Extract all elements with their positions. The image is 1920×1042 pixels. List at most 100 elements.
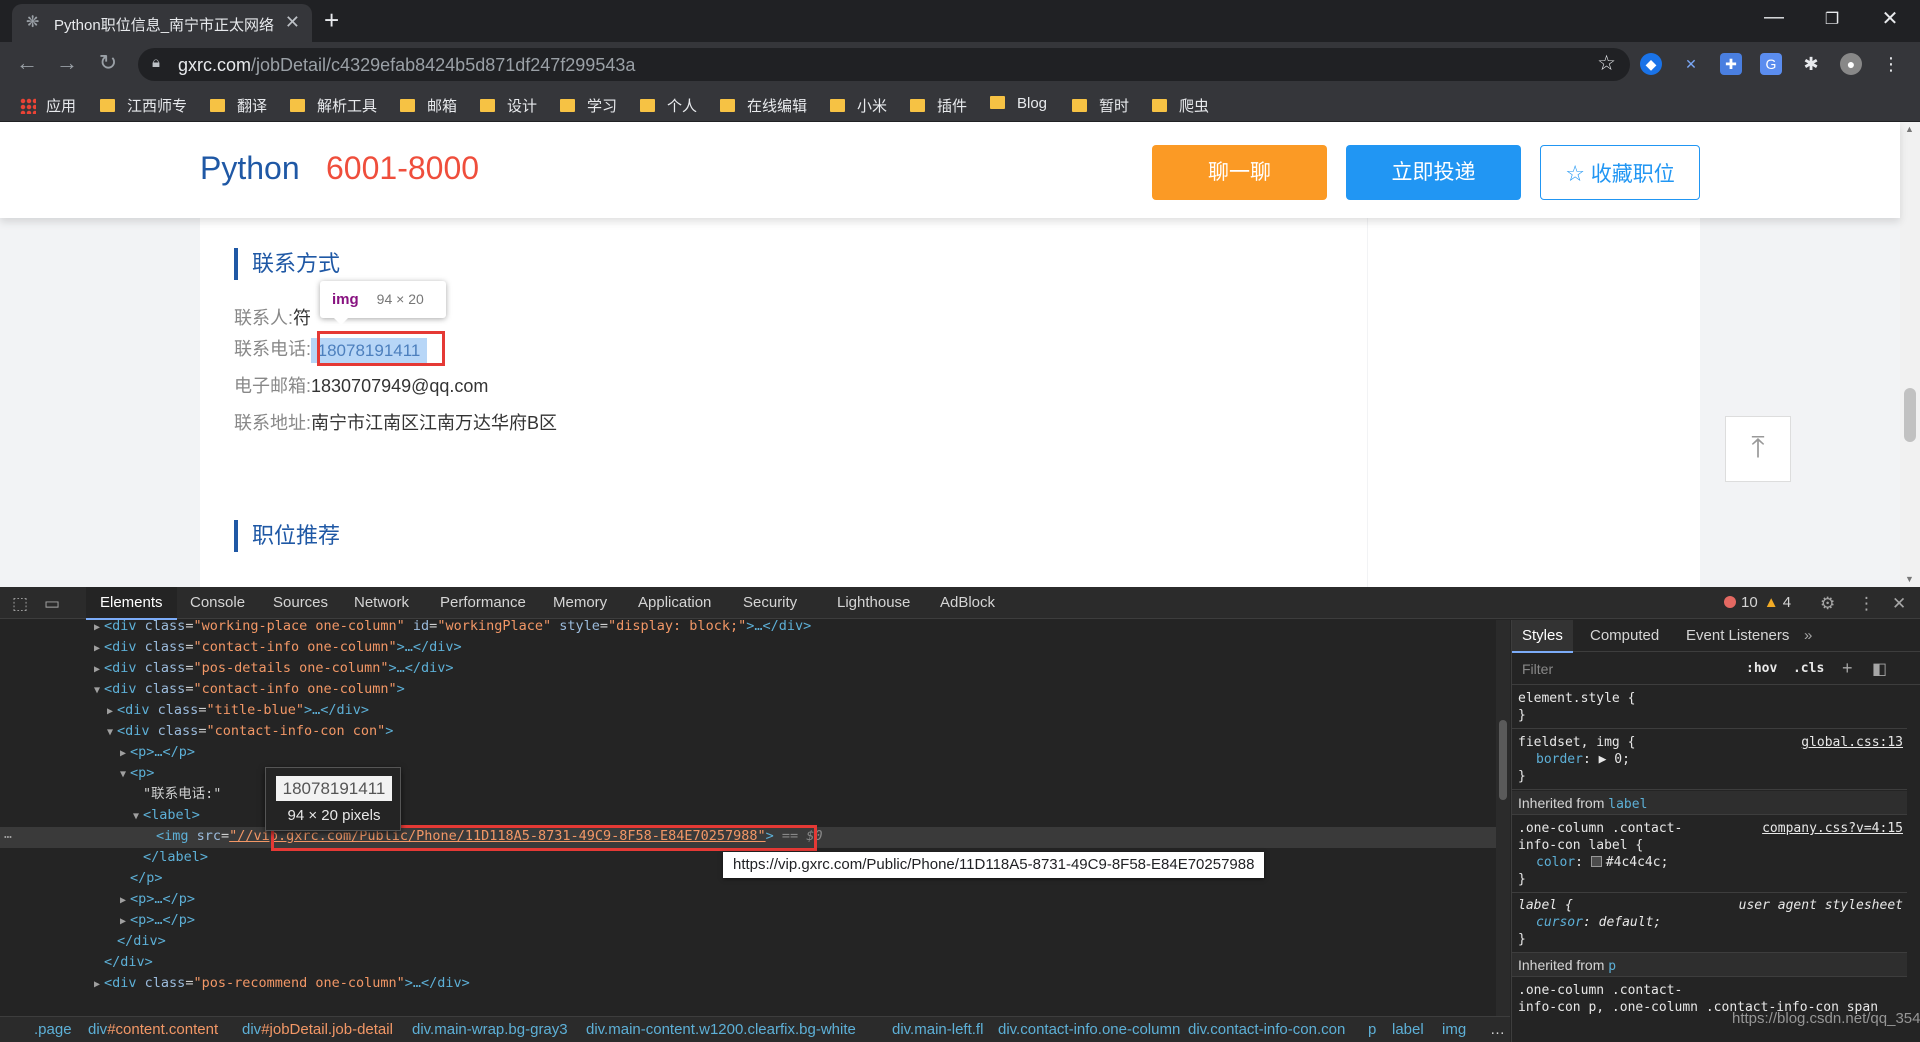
collapsed-arrow-icon[interactable]: ▶ <box>120 748 126 759</box>
breadcrumb-item[interactable]: div.contact-info.one-column <box>998 1017 1180 1042</box>
favorite-job-button[interactable]: ☆ 收藏职位 <box>1540 145 1700 200</box>
elements-scrollbar[interactable] <box>1496 620 1510 1016</box>
dom-line[interactable]: ▶ <div class="working-place one-column" i… <box>94 620 811 637</box>
expanded-arrow-icon[interactable]: ▼ <box>94 685 100 696</box>
forward-icon[interactable]: → <box>52 50 82 76</box>
toggle-sidebar-icon[interactable]: ◧ <box>1872 659 1887 679</box>
breadcrumb-item[interactable]: div#content.content <box>88 1017 218 1042</box>
dom-line[interactable]: ▶ <div class="pos-recommend one-column">…… <box>94 973 470 994</box>
tab-close-icon[interactable]: ✕ <box>285 12 300 33</box>
style-rule-label-ua[interactable]: label { user agent stylesheet cursor: de… <box>1512 893 1907 953</box>
tab-elements[interactable]: Elements <box>86 587 177 620</box>
dom-line[interactable]: </div> <box>117 931 166 952</box>
bookmark-folder[interactable]: 爬虫 <box>1152 95 1209 115</box>
bookmark-folder[interactable]: 个人 <box>640 95 697 115</box>
tab-performance[interactable]: Performance <box>440 587 526 619</box>
bookmark-folder[interactable]: 插件 <box>910 95 967 115</box>
collapsed-arrow-icon[interactable]: ▶ <box>94 664 100 675</box>
styles-filter-input[interactable]: Filter <box>1522 661 1553 677</box>
tab-network[interactable]: Network <box>354 587 409 619</box>
extension-x-icon[interactable]: ✕ <box>1680 53 1702 75</box>
tab-security[interactable]: Security <box>743 587 797 619</box>
dom-line[interactable]: ▶ <p>…</p> <box>120 742 195 763</box>
back-to-top-button[interactable]: ⤒ <box>1725 416 1791 482</box>
bookmark-star-icon[interactable]: ☆ <box>1597 51 1616 76</box>
devtools-menu-icon[interactable]: ⋮ <box>1858 594 1875 614</box>
bookmark-folder[interactable]: 小米 <box>830 95 887 115</box>
expanded-arrow-icon[interactable]: ▼ <box>133 811 139 822</box>
style-rule-label-color[interactable]: .one-column .contact- info-con label { c… <box>1512 816 1907 893</box>
color-swatch[interactable] <box>1590 856 1602 867</box>
back-icon[interactable]: ← <box>12 50 42 76</box>
device-toolbar-icon[interactable]: ▭ <box>44 594 60 614</box>
tab-console[interactable]: Console <box>190 587 245 619</box>
extension-bookmark-icon[interactable]: ✚ <box>1720 53 1742 75</box>
collapsed-arrow-icon[interactable]: ▶ <box>107 706 113 717</box>
new-tab-button[interactable]: + <box>324 6 339 34</box>
bookmark-folder[interactable]: 解析工具 <box>290 95 377 115</box>
dom-line[interactable]: ▼ <label> <box>133 805 200 826</box>
breadcrumb-item[interactable]: div.main-wrap.bg-gray3 <box>412 1017 568 1042</box>
maximize-button[interactable]: ❐ <box>1812 9 1852 29</box>
more-tabs-icon[interactable]: » <box>1804 620 1812 652</box>
dom-line[interactable]: "联系电话:" <box>143 784 221 805</box>
tab-sources[interactable]: Sources <box>273 587 328 619</box>
bookmark-folder[interactable]: 江西师专 <box>100 95 187 115</box>
dom-line[interactable]: </label> <box>143 847 208 868</box>
close-window-button[interactable]: ✕ <box>1870 6 1910 31</box>
settings-gear-icon[interactable]: ⚙ <box>1820 594 1835 614</box>
extension-shield-icon[interactable]: ◆ <box>1640 53 1662 75</box>
collapsed-arrow-icon[interactable]: ▶ <box>94 622 100 633</box>
breadcrumb-item[interactable]: img <box>1442 1017 1466 1042</box>
expanded-arrow-icon[interactable]: ▼ <box>120 769 126 780</box>
inspect-element-icon[interactable]: ⬚ <box>12 594 28 614</box>
dom-line[interactable]: ▶ <p>…</p> <box>120 889 195 910</box>
elements-scrollbar-thumb[interactable] <box>1499 720 1507 800</box>
more-dots-icon[interactable]: … <box>4 827 12 842</box>
bookmark-folder[interactable]: 学习 <box>560 95 617 115</box>
issue-counts[interactable]: 10 ▲ 4 <box>1724 587 1791 619</box>
collapsed-arrow-icon[interactable]: ▶ <box>120 895 126 906</box>
breadcrumb-more-icon[interactable]: … <box>1490 1017 1505 1042</box>
new-style-rule-icon[interactable]: + <box>1842 658 1853 679</box>
dom-line[interactable]: ▼ <div class="contact-info one-column"> <box>94 679 405 700</box>
bookmark-folder[interactable]: 邮箱 <box>400 95 457 115</box>
scroll-up-icon[interactable]: ▲ <box>1905 124 1914 134</box>
chat-button[interactable]: 聊一聊 <box>1152 145 1327 200</box>
breadcrumb-item[interactable]: .page <box>34 1017 72 1042</box>
tab-computed[interactable]: Computed <box>1590 620 1659 652</box>
close-devtools-icon[interactable]: ✕ <box>1892 594 1906 614</box>
scroll-down-icon[interactable]: ▼ <box>1905 574 1914 584</box>
cls-toggle[interactable]: .cls <box>1793 661 1824 676</box>
extensions-puzzle-icon[interactable]: ✱ <box>1800 53 1822 75</box>
profile-avatar[interactable]: ● <box>1840 53 1862 75</box>
breadcrumb-item[interactable]: p <box>1368 1017 1376 1042</box>
bookmark-folder[interactable]: 设计 <box>480 95 537 115</box>
collapsed-arrow-icon[interactable]: ▶ <box>120 916 126 927</box>
breadcrumb-item[interactable]: div.main-content.w1200.clearfix.bg-white <box>586 1017 856 1042</box>
extension-translate-icon[interactable]: G <box>1760 53 1782 75</box>
breadcrumb-item[interactable]: div.contact-info-con.con <box>1188 1017 1345 1042</box>
bookmark-folder[interactable]: 翻译 <box>210 95 267 115</box>
style-rule-element[interactable]: element.style { } <box>1512 686 1907 729</box>
dom-line[interactable]: </p> <box>130 868 163 889</box>
apply-button[interactable]: 立即投递 <box>1346 145 1521 200</box>
breadcrumb-item[interactable]: div.main-left.fl <box>892 1017 983 1042</box>
dom-line[interactable]: ▼ <p> <box>120 763 154 784</box>
dom-line[interactable]: ▶ <div class="title-blue">…</div> <box>107 700 369 721</box>
tab-styles[interactable]: Styles <box>1512 620 1573 653</box>
page-scrollbar-thumb[interactable] <box>1904 388 1916 442</box>
bookmark-apps[interactable]: 应用 <box>20 95 76 115</box>
style-source-link[interactable]: company.css?v=4:15 <box>1762 820 1903 837</box>
dom-line[interactable]: </div> <box>104 952 153 973</box>
breadcrumb-item[interactable]: div#jobDetail.job-detail <box>242 1017 393 1042</box>
style-source-link[interactable]: global.css:13 <box>1801 734 1903 751</box>
dom-line[interactable]: ▶ <div class="contact-info one-column">…<… <box>94 637 462 658</box>
breadcrumb-item[interactable]: label <box>1392 1017 1424 1042</box>
tab-application[interactable]: Application <box>638 587 711 619</box>
collapsed-arrow-icon[interactable]: ▶ <box>94 979 100 990</box>
dom-tree[interactable]: … ▶ <div class="working-place one-column"… <box>0 620 1496 1006</box>
tab-memory[interactable]: Memory <box>553 587 607 619</box>
hov-toggle[interactable]: :hov .cls <box>1746 661 1824 676</box>
lock-icon[interactable]: 🔒︎ <box>152 54 160 71</box>
